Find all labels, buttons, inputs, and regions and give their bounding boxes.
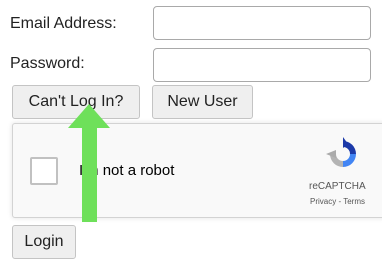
recaptcha-label: I'm not a robot [79,162,175,179]
recaptcha-widget: I'm not a robot reCAPTCHA Privacy - Term… [12,123,382,218]
password-input[interactable] [153,48,371,82]
recaptcha-links: Privacy - Terms [310,197,365,207]
cant-login-button[interactable]: Can't Log In? [12,85,140,119]
recaptcha-checkbox[interactable] [30,157,58,185]
recaptcha-brand: reCAPTCHA [309,181,366,192]
recaptcha-logo-icon [326,137,356,167]
new-user-button[interactable]: New User [152,85,253,119]
email-input[interactable] [153,6,371,40]
login-button[interactable]: Login [12,225,76,259]
password-label: Password: [10,55,85,72]
privacy-link[interactable]: Privacy [310,197,336,206]
terms-link[interactable]: Terms [343,197,365,206]
email-label: Email Address: [10,15,117,32]
